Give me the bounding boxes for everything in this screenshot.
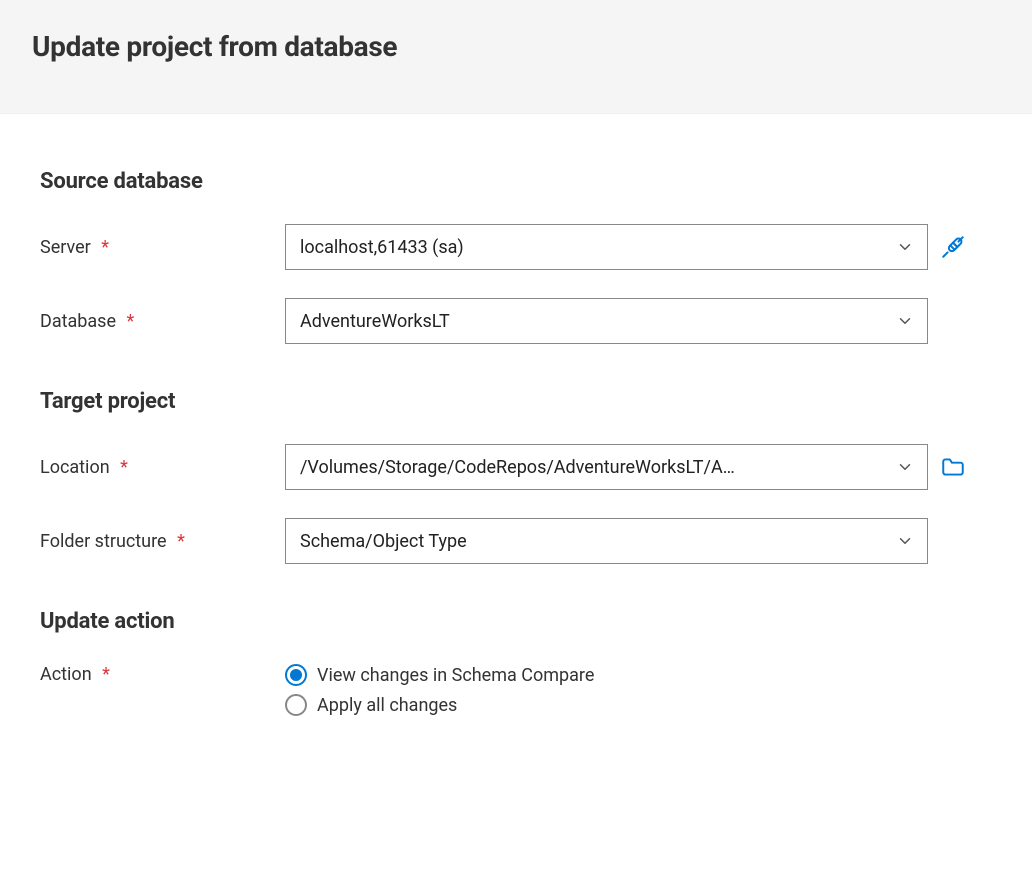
dialog-body: Source database Server * localhost,61433… [0,114,1032,784]
radio-indicator-checked [285,664,307,686]
required-asterisk: * [177,531,185,552]
required-asterisk: * [127,311,135,332]
field-location: Location * /Volumes/Storage/CodeRepos/Ad… [40,444,992,490]
radio-view-changes-label: View changes in Schema Compare [317,665,594,686]
field-action: Action * View changes in Schema Compare … [40,664,992,716]
database-select-value: AdventureWorksLT [300,311,887,332]
required-asterisk: * [120,457,128,478]
folder-structure-select-wrap: Schema/Object Type [285,518,928,564]
folder-structure-label: Folder structure [40,531,167,552]
browse-button[interactable] [928,454,978,480]
action-label: Action [40,664,92,685]
server-select-value: localhost,61433 (sa) [300,237,887,258]
database-select[interactable]: AdventureWorksLT [285,298,928,344]
folder-structure-select-value: Schema/Object Type [300,531,887,552]
location-select-value: /Volumes/Storage/CodeRepos/AdventureWork… [300,457,887,478]
section-heading-action: Update action [40,609,992,634]
location-label-wrap: Location * [40,457,285,478]
location-select-wrap: /Volumes/Storage/CodeRepos/AdventureWork… [285,444,928,490]
server-select[interactable]: localhost,61433 (sa) [285,224,928,270]
radio-indicator-unchecked [285,694,307,716]
radio-view-changes[interactable]: View changes in Schema Compare [285,664,928,686]
plug-icon [940,234,966,260]
action-label-wrap: Action * [40,664,285,685]
folder-structure-label-wrap: Folder structure * [40,531,285,552]
action-radio-group: View changes in Schema Compare Apply all… [285,664,928,716]
folder-icon [940,454,966,480]
server-label: Server [40,237,91,258]
database-select-wrap: AdventureWorksLT [285,298,928,344]
field-database: Database * AdventureWorksLT [40,298,992,344]
connect-button[interactable] [928,234,978,260]
folder-structure-select[interactable]: Schema/Object Type [285,518,928,564]
required-asterisk: * [101,237,109,258]
field-server: Server * localhost,61433 (sa) [40,224,992,270]
action-radio-group-wrap: View changes in Schema Compare Apply all… [285,664,928,716]
location-label: Location [40,457,110,478]
required-asterisk: * [102,664,110,685]
location-select[interactable]: /Volumes/Storage/CodeRepos/AdventureWork… [285,444,928,490]
server-label-wrap: Server * [40,237,285,258]
radio-dot [290,669,302,681]
dialog-title: Update project from database [32,30,1000,63]
radio-apply-all-label: Apply all changes [317,695,457,716]
section-heading-source: Source database [40,169,992,194]
field-folder-structure: Folder structure * Schema/Object Type [40,518,992,564]
database-label: Database [40,311,116,332]
radio-apply-all[interactable]: Apply all changes [285,694,928,716]
server-select-wrap: localhost,61433 (sa) [285,224,928,270]
section-heading-target: Target project [40,389,992,414]
database-label-wrap: Database * [40,311,285,332]
dialog-header: Update project from database [0,0,1032,114]
